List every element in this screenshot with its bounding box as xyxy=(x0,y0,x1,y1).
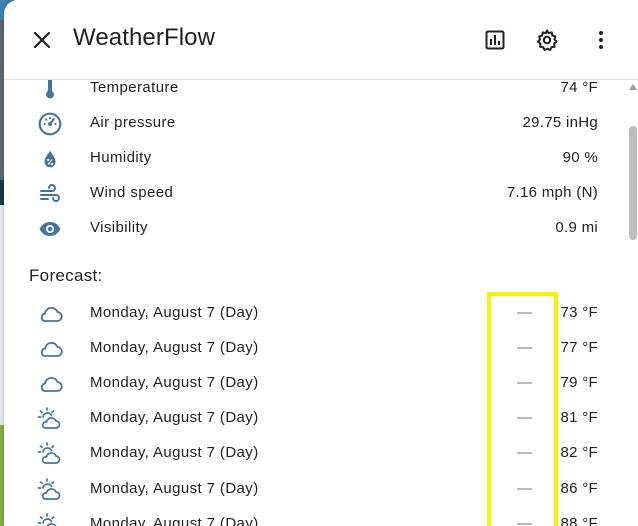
scroll-up-arrow[interactable] xyxy=(629,84,637,90)
forecast-row: Monday, August 7 (Day) — 88 °F xyxy=(4,507,614,526)
forecast-row: Monday, August 7 (Day) — 73 °F xyxy=(4,296,614,331)
close-button[interactable] xyxy=(22,20,62,60)
forecast-row: Monday, August 7 (Day) — 82 °F xyxy=(4,436,614,471)
forecast-temperature: 81 °F xyxy=(560,409,598,426)
eye-icon xyxy=(37,217,63,241)
dialog-content: Temperature 74 °F Air pressure 29.75 inH… xyxy=(4,80,638,526)
forecast-date: Monday, August 7 (Day) xyxy=(90,409,259,426)
thermometer-icon xyxy=(37,80,63,101)
more-options-button[interactable] xyxy=(581,20,621,60)
forecast-precipitation: — xyxy=(517,304,532,321)
attribute-value: 74 °F xyxy=(560,80,598,96)
cloudy-icon xyxy=(37,337,63,361)
cloudy-icon xyxy=(37,302,63,326)
attribute-label: Humidity xyxy=(90,149,152,166)
forecast-row: Monday, August 7 (Day) — 77 °F xyxy=(4,331,614,366)
gear-icon xyxy=(537,29,558,51)
humidity-icon xyxy=(37,147,63,171)
forecast-temperature: 77 °F xyxy=(560,339,598,356)
attribute-value: 29.75 inHg xyxy=(522,114,598,131)
attribute-row-humidity: Humidity 90 % xyxy=(4,141,614,176)
forecast-precipitation: — xyxy=(517,444,532,461)
forecast-date: Monday, August 7 (Day) xyxy=(90,304,259,321)
attribute-row-temperature: Temperature 74 °F xyxy=(4,80,614,106)
forecast-row: Monday, August 7 (Day) — 81 °F xyxy=(4,401,614,436)
close-icon xyxy=(33,31,51,49)
chart-icon xyxy=(485,30,505,50)
forecast-row: Monday, August 7 (Day) — 79 °F xyxy=(4,366,614,401)
forecast-row: Monday, August 7 (Day) — 86 °F xyxy=(4,472,614,507)
forecast-date: Monday, August 7 (Day) xyxy=(90,480,259,497)
attribute-value: 90 % xyxy=(562,149,598,166)
attribute-label: Wind speed xyxy=(90,184,174,201)
attribute-value: 7.16 mph (N) xyxy=(506,184,598,201)
cloudy-icon xyxy=(37,372,63,396)
history-button[interactable] xyxy=(475,20,515,60)
forecast-precipitation: — xyxy=(517,515,532,526)
forecast-temperature: 86 °F xyxy=(560,480,598,497)
attribute-label: Visibility xyxy=(90,219,148,236)
forecast-precipitation: — xyxy=(517,480,532,497)
partly-cloudy-icon xyxy=(37,478,63,502)
forecast-temperature: 82 °F xyxy=(560,444,598,461)
dialog-title: WeatherFlow xyxy=(73,24,216,51)
forecast-temperature: 88 °F xyxy=(560,515,598,526)
attribute-row-visibility: Visibility 0.9 mi xyxy=(4,211,614,246)
forecast-temperature: 79 °F xyxy=(560,374,598,391)
scrollbar-thumb[interactable] xyxy=(629,126,637,240)
partly-cloudy-icon xyxy=(37,442,63,466)
partly-cloudy-icon xyxy=(37,407,63,431)
more-info-dialog: WeatherFlow Temperature 74 °F Air pressu… xyxy=(4,0,638,526)
settings-button[interactable] xyxy=(527,20,567,60)
forecast-heading: Forecast: xyxy=(29,266,103,285)
forecast-date: Monday, August 7 (Day) xyxy=(90,515,259,526)
attribute-label: Temperature xyxy=(90,80,179,96)
attribute-row-air-pressure: Air pressure 29.75 inHg xyxy=(4,106,614,141)
wind-icon xyxy=(37,182,63,206)
forecast-precipitation: — xyxy=(517,409,532,426)
forecast-temperature: 73 °F xyxy=(560,304,598,321)
attribute-label: Air pressure xyxy=(90,114,176,131)
forecast-date: Monday, August 7 (Day) xyxy=(90,339,259,356)
dialog-header: WeatherFlow xyxy=(4,0,638,80)
forecast-date: Monday, August 7 (Day) xyxy=(90,374,259,391)
dots-vertical-icon xyxy=(599,31,603,49)
forecast-precipitation: — xyxy=(517,339,532,356)
gauge-icon xyxy=(37,112,63,136)
partly-cloudy-icon xyxy=(37,513,63,526)
forecast-precipitation: — xyxy=(517,374,532,391)
forecast-date: Monday, August 7 (Day) xyxy=(90,444,259,461)
attribute-row-wind-speed: Wind speed 7.16 mph (N) xyxy=(4,176,614,211)
attribute-value: 0.9 mi xyxy=(555,219,598,236)
